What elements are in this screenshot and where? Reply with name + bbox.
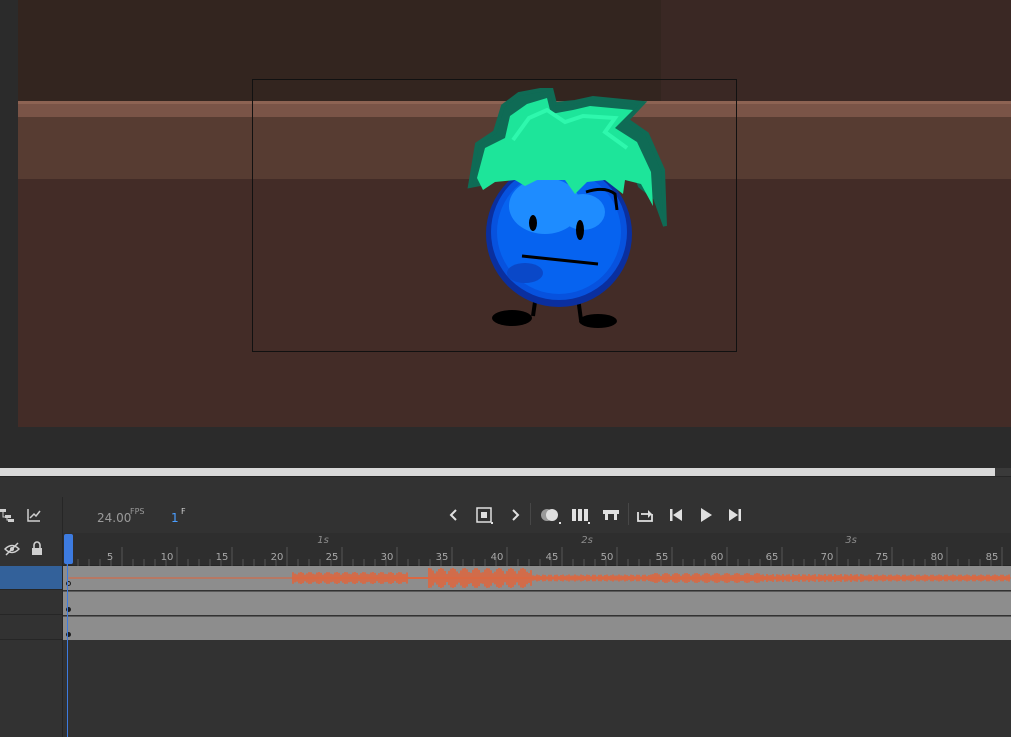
ruler-frame-label: 80: [930, 552, 944, 563]
ruler-frame-label: 35: [435, 552, 449, 563]
ruler-frame-label: 50: [600, 552, 614, 563]
ruler-ticks: [66, 547, 1003, 566]
ruler-frame-label: 60: [710, 552, 724, 563]
layer-frames-audio[interactable]: [63, 566, 1011, 590]
insert-keyframe-icon[interactable]: [476, 507, 494, 525]
step-back-icon[interactable]: [668, 507, 684, 523]
graph-editor-icon[interactable]: [26, 507, 42, 523]
ruler-second-label: 1s: [317, 535, 329, 546]
character-graphic[interactable]: [455, 88, 680, 333]
timeline-panel: 24.00 FPS 1 F 1s 2s 3s 5 10 15 20 25 30 …: [0, 476, 1011, 737]
animate-workspace: 24.00 FPS 1 F 1s 2s 3s 5 10 15 20 25 30 …: [0, 0, 1011, 737]
fps-unit-label: FPS: [130, 507, 145, 516]
center-frame-icon[interactable]: [602, 507, 620, 523]
next-keyframe-icon[interactable]: [508, 507, 522, 523]
ruler-frame-label: 5: [106, 552, 114, 563]
ruler-frame-label: 20: [270, 552, 284, 563]
current-frame-value[interactable]: 1: [171, 511, 179, 525]
ruler-second-label: 2s: [581, 535, 593, 546]
layer-header[interactable]: [0, 591, 62, 615]
ruler-frame-label: 65: [765, 552, 779, 563]
toolbar-separator: [530, 503, 531, 525]
layer-frames[interactable]: [63, 616, 1011, 640]
loop-icon[interactable]: [636, 506, 656, 524]
audio-waveform: [68, 568, 1011, 588]
layer-parenting-icon[interactable]: [0, 507, 14, 523]
ruler-frame-label: 10: [160, 552, 174, 563]
play-icon[interactable]: [698, 507, 714, 523]
playhead-line[interactable]: [67, 564, 68, 737]
ruler-frame-label: 75: [875, 552, 889, 563]
playhead-handle[interactable]: [64, 534, 73, 564]
frame-ruler[interactable]: 1s 2s 3s 5 10 15 20 25 30 35 40 45 50 55…: [63, 533, 1011, 566]
ruler-frame-label: 55: [655, 552, 669, 563]
ruler-second-label: 3s: [845, 535, 857, 546]
ruler-frame-label: 15: [215, 552, 229, 563]
ruler-frame-label: 45: [545, 552, 559, 563]
edit-multiple-frames-icon[interactable]: [571, 507, 591, 525]
previous-keyframe-icon[interactable]: [447, 507, 461, 523]
layer-header-selected[interactable]: [0, 566, 62, 590]
layer-header[interactable]: [0, 616, 62, 640]
ruler-frame-label: 25: [325, 552, 339, 563]
layer-frames[interactable]: [63, 591, 1011, 615]
step-forward-icon[interactable]: [727, 507, 743, 523]
toolbar-separator: [628, 503, 629, 525]
onion-skin-icon[interactable]: [540, 507, 562, 525]
hide-all-layers-icon[interactable]: [4, 542, 20, 556]
pasteboard: [0, 0, 1011, 476]
ruler-frame-label: 85: [985, 552, 999, 563]
lock-all-layers-icon[interactable]: [31, 541, 43, 556]
ruler-frame-label: 70: [820, 552, 834, 563]
stage-scrollbar-thumb[interactable]: [0, 468, 995, 476]
frame-unit-label: F: [181, 507, 186, 516]
ruler-frame-label: 40: [490, 552, 504, 563]
ruler-frame-label: 30: [380, 552, 394, 563]
fps-value[interactable]: 24.00: [97, 511, 131, 525]
